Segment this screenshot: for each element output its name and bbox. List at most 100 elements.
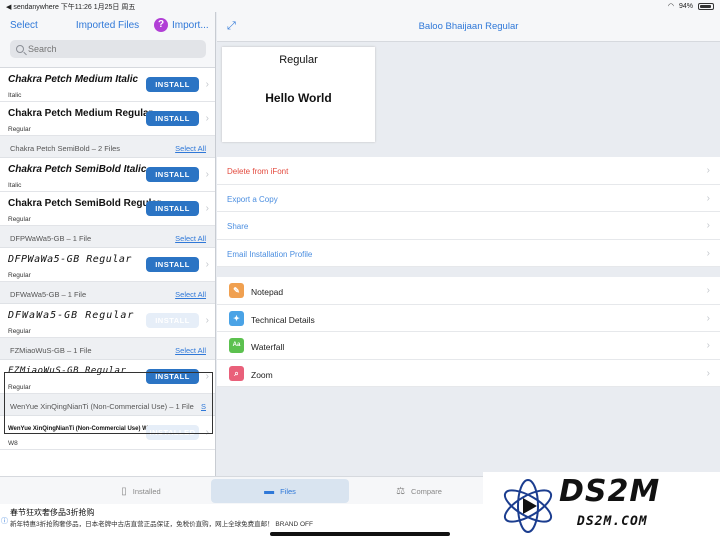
font-preview: Regular Hello World xyxy=(222,47,375,142)
delete-action[interactable]: Delete from iFont › xyxy=(217,157,720,185)
tab-files[interactable]: ▬ Files xyxy=(211,479,349,503)
email-profile-action[interactable]: Email Installation Profile › xyxy=(217,240,720,267)
list-item[interactable]: DFPWaWa5-GB Regular Regular INSTALL › xyxy=(0,248,215,282)
list-item[interactable]: FZMiaoWuS-GB Regular Regular INSTALL › xyxy=(0,360,215,394)
section-title: DFPWaWa5-GB – 1 File xyxy=(10,234,92,243)
zoom-row[interactable]: ⌕ Zoom › xyxy=(217,360,720,387)
install-button[interactable]: INSTALL xyxy=(146,77,199,92)
technical-details-row[interactable]: ✦ Technical Details › xyxy=(217,305,720,332)
font-name: Chakra Petch Medium Regular xyxy=(8,108,153,119)
notepad-row[interactable]: ✎ Notepad › xyxy=(217,277,720,305)
import-button[interactable]: Import... xyxy=(172,20,209,31)
chevron-right-icon: › xyxy=(706,340,710,351)
install-button[interactable]: INSTALL xyxy=(146,201,199,216)
waterfall-row[interactable]: Aa Waterfall › xyxy=(217,332,720,360)
font-style: W8 xyxy=(8,440,18,447)
watermark: DS2M DS2M.COM xyxy=(483,472,720,540)
detail-header: ⤢ Baloo Bhaijaan Regular xyxy=(217,12,720,42)
chevron-right-icon: › xyxy=(706,220,710,231)
font-style: Italic xyxy=(8,92,22,99)
install-button[interactable]: INSTALL xyxy=(146,167,199,182)
tool-label: Waterfall xyxy=(251,342,285,352)
file-list: Chakra Petch Medium Italic Italic INSTAL… xyxy=(0,68,215,450)
list-item[interactable]: Chakra Petch Medium Italic Italic INSTAL… xyxy=(0,68,215,102)
search-bar[interactable] xyxy=(10,40,206,58)
chevron-right-icon: › xyxy=(706,285,710,296)
scale-icon: ⚖ xyxy=(396,485,406,497)
section-header: FZMiaoWuS-GB – 1 File Select All xyxy=(0,338,215,360)
chevron-right-icon: › xyxy=(205,315,209,326)
battery-icon xyxy=(698,2,714,10)
chevron-right-icon: › xyxy=(706,312,710,324)
battery-percent: 94% xyxy=(678,2,693,10)
file-list-header: Select Imported Files ? Import... xyxy=(0,12,215,68)
chevron-right-icon: › xyxy=(706,192,710,204)
status-right: ◠ 94% xyxy=(668,2,714,10)
tool-label: Zoom xyxy=(251,369,273,380)
home-indicator xyxy=(270,532,450,536)
atom-logo-icon xyxy=(503,479,553,533)
info-icon: ✦ xyxy=(229,310,244,326)
installed-button[interactable]: INSTALLED xyxy=(146,425,199,440)
share-action[interactable]: Share › xyxy=(217,212,720,240)
chevron-right-icon: › xyxy=(205,371,209,382)
section-title: FZMiaoWuS-GB – 1 File xyxy=(10,346,92,355)
chevron-right-icon: › xyxy=(205,113,209,124)
list-item[interactable]: WenYue XinQingNianTi (Non-Commercial Use… xyxy=(0,416,215,450)
list-item[interactable]: Chakra Petch SemiBold Regular Regular IN… xyxy=(0,192,215,226)
status-text: ◀ sendanywhere 下午11:26 1月25日 周五 xyxy=(6,4,136,11)
font-style: Regular xyxy=(8,126,31,133)
select-all-link[interactable]: S xyxy=(201,402,206,411)
font-name: WenYue XinQingNianTi (Non-Commercial Use… xyxy=(8,426,152,432)
waterfall-icon: Aa xyxy=(229,338,244,353)
action-label: Delete from iFont xyxy=(227,167,289,176)
select-all-link[interactable]: Select All xyxy=(175,290,206,299)
install-button[interactable]: INSTALL xyxy=(146,257,199,272)
tab-label: Installed xyxy=(132,486,161,496)
chevron-right-icon: › xyxy=(205,427,209,438)
chevron-right-icon: › xyxy=(706,367,710,379)
select-all-link[interactable]: Select All xyxy=(175,144,206,153)
font-style: Regular xyxy=(8,272,31,279)
tab-installed[interactable]: ▯ Installed xyxy=(72,479,210,503)
section-header: DFPWaWa5-GB – 1 File Select All xyxy=(0,226,215,248)
font-style: Regular xyxy=(8,328,31,335)
search-input[interactable] xyxy=(28,44,198,54)
chevron-right-icon: › xyxy=(205,169,209,180)
tool-label: Notepad xyxy=(251,287,284,297)
select-all-link[interactable]: Select All xyxy=(175,234,206,243)
action-label: Email Installation Profile xyxy=(227,249,313,259)
install-button[interactable]: INSTALL xyxy=(146,111,199,126)
tab-compare[interactable]: ⚖ Compare xyxy=(350,479,488,503)
ad-banner[interactable]: ⓘ 春节狂欢奢侈品3折抢购 新年特惠3折抢购奢侈品，日本老牌中古店直营正品保证，… xyxy=(0,504,488,528)
section-title: WenYue XinQingNianTi (Non-Commercial Use… xyxy=(10,402,194,411)
status-bar: ◀ sendanywhere 下午11:26 1月25日 周五 ◠ 94% xyxy=(0,0,720,12)
install-button[interactable]: INSTALL xyxy=(146,313,199,328)
list-item[interactable]: Chakra Petch Medium Regular Regular INST… xyxy=(0,102,215,136)
select-all-link[interactable]: Select All xyxy=(175,346,206,355)
tools-list: ✎ Notepad › ✦ Technical Details › Aa Wat… xyxy=(217,277,720,387)
list-item[interactable]: Chakra Petch SemiBold Italic Italic INST… xyxy=(0,158,215,192)
chevron-right-icon: › xyxy=(706,247,710,259)
ad-choices-icon[interactable]: ⓘ xyxy=(1,516,8,526)
ad-title: 春节狂欢奢侈品3折抢购 xyxy=(10,508,95,517)
action-list: Delete from iFont › Export a Copy › Shar… xyxy=(217,157,720,267)
tool-label: Technical Details xyxy=(251,314,315,325)
export-action[interactable]: Export a Copy › xyxy=(217,185,720,212)
font-name: Chakra Petch Medium Italic xyxy=(8,74,139,85)
preview-style: Regular xyxy=(279,54,318,66)
list-item[interactable]: DFWaWa5-GB Regular Regular INSTALL › xyxy=(0,304,215,338)
install-button[interactable]: INSTALL xyxy=(146,369,199,384)
watermark-title: DS2M xyxy=(559,474,661,509)
chevron-right-icon: › xyxy=(205,203,209,214)
chevron-right-icon: › xyxy=(706,165,710,176)
zoom-icon: ⌕ xyxy=(229,365,244,381)
font-style: Regular xyxy=(8,384,31,391)
section-header: DFWaWa5-GB – 1 File Select All xyxy=(0,282,215,304)
font-name: Chakra Petch SemiBold Regular xyxy=(8,198,161,209)
help-icon[interactable]: ? xyxy=(154,18,168,32)
font-name: Chakra Petch SemiBold Italic xyxy=(8,164,147,175)
chevron-right-icon: › xyxy=(205,79,209,90)
watermark-url: DS2M.COM xyxy=(577,514,648,529)
file-list-pane: Select Imported Files ? Import... Chakra… xyxy=(0,12,216,476)
